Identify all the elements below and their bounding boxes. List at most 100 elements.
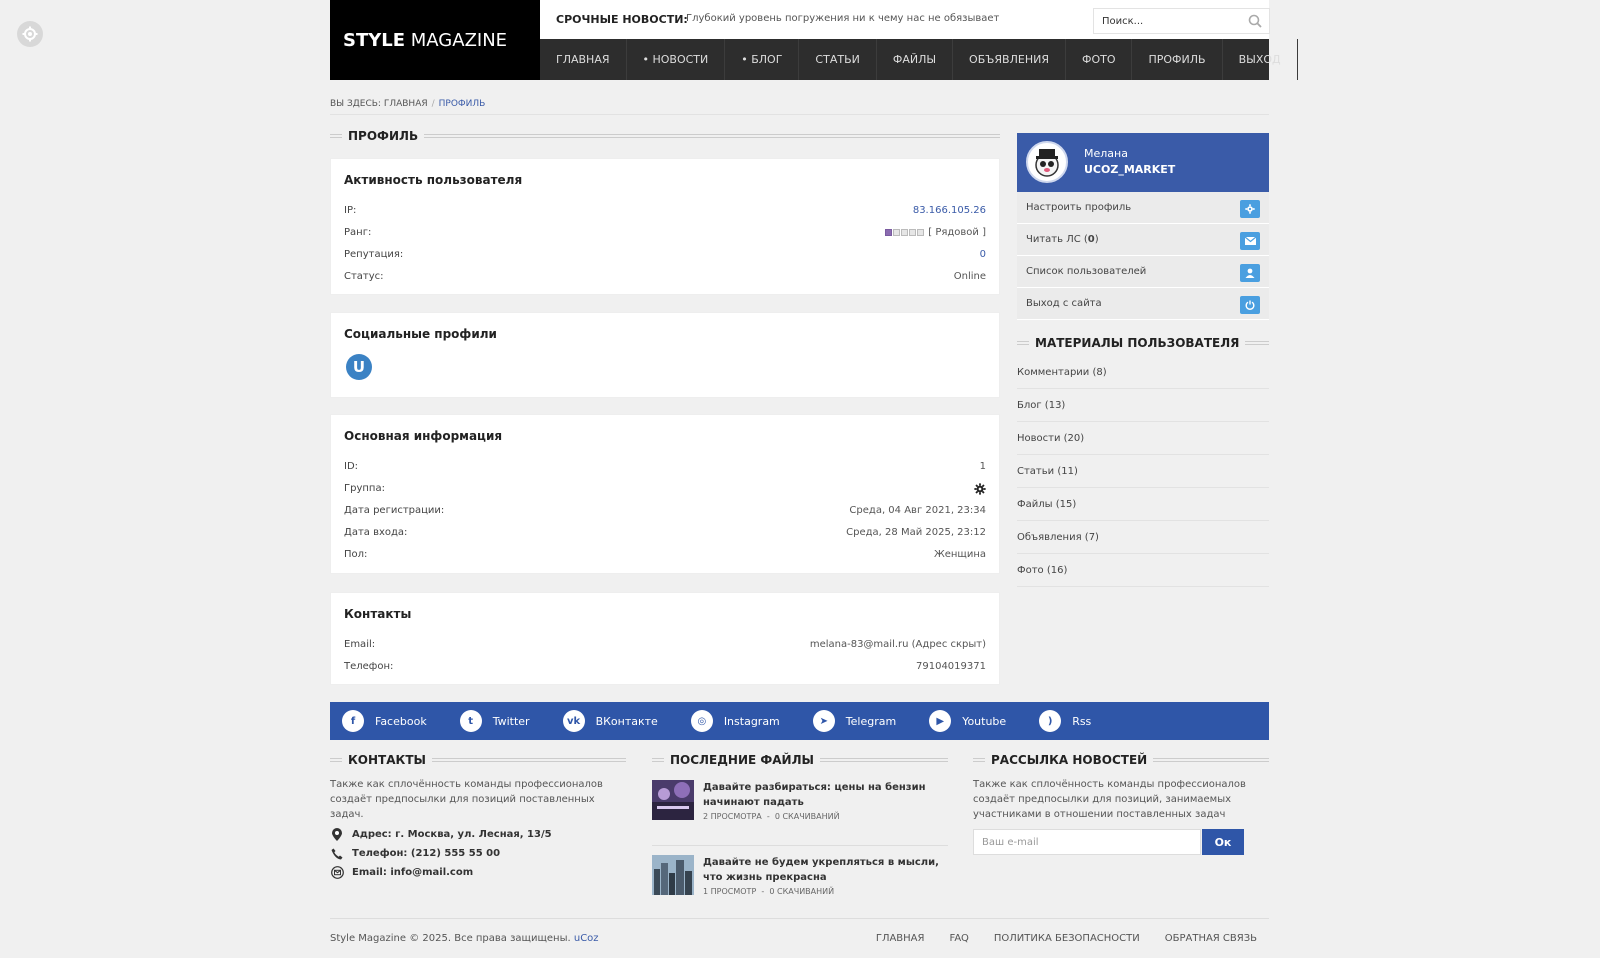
bottom-link-faq[interactable]: FAQ [949,933,968,944]
profile-heading: ПРОФИЛЬ [330,129,1000,143]
ip-value[interactable]: 83.166.105.26 [913,200,986,222]
rank-value: [ Рядовой ] [885,222,986,244]
footer-contacts-text: Также как сплочённость команды профессио… [330,779,603,820]
user-name: Мелана [1084,147,1128,160]
nav-profile[interactable]: ПРОФИЛЬ [1132,39,1223,80]
file-title[interactable]: Давайте разбираться: цены на бензин начи… [703,780,948,810]
ucoz-profile-icon[interactable]: U [346,354,372,380]
facebook-icon: f [342,710,364,732]
file-meta: 1 ПРОСМОТР - 0 СКАЧИВАНИЙ [703,887,835,896]
nav-photo[interactable]: ФОТО [1066,39,1133,80]
top-bar: СРОЧНЫЕ НОВОСТИ: Глубокий уровень погруж… [540,0,1270,39]
bottom-links: ГЛАВНАЯ FAQ ПОЛИТИКА БЕЗОПАСНОСТИ ОБРАТН… [851,933,1257,944]
materials-ads[interactable]: Объявления (7) [1017,521,1269,554]
materials-articles[interactable]: Статьи (11) [1017,455,1269,488]
activity-card: Активность пользователя IP: 83.166.105.26… [330,158,1000,295]
breadcrumb-prefix: ВЫ ЗДЕСЬ: [330,99,381,109]
rank-row: Ранг: [ Рядовой ] [344,222,986,244]
newsletter-submit-button[interactable]: Ок [1202,829,1244,855]
search-icon[interactable] [1248,14,1262,31]
footer-latest-files: ПОСЛЕДНИЕ ФАЙЛЫ Давайте разбираться: цен… [652,753,948,903]
social-twitter[interactable]: t Twitter [459,710,530,732]
social-telegram[interactable]: ➤ Telegram [812,710,896,732]
file-thumbnail[interactable] [652,855,694,895]
footer-newsletter: РАССЫЛКА НОВОСТЕЙ Также как сплочённость… [973,753,1269,873]
materials-photo[interactable]: Фото (16) [1017,554,1269,587]
basic-info-card: Основная информация ID: 1 Группа: Дата ре… [330,414,1000,574]
site-header: STYLE MAGAZINE СРОЧНЫЕ НОВОСТИ: Глубокий… [330,0,1298,80]
gender-row: Пол: Женщина [344,544,986,566]
status-row: Статус: Online [344,266,986,288]
reputation-value[interactable]: 0 [980,244,986,266]
login-date-row: Дата входа: Среда, 28 Май 2025, 23:12 [344,522,986,544]
materials-news[interactable]: Новости (20) [1017,422,1269,455]
search-box [1093,8,1270,34]
footer-files-heading: ПОСЛЕДНИЕ ФАЙЛЫ [652,753,948,767]
phone-icon [330,848,344,860]
breadcrumb: ВЫ ЗДЕСЬ: ГЛАВНАЯ / ПРОФИЛЬ [330,99,1269,115]
user-box: Мелана UCOZ_MARKET [1017,133,1269,192]
nav-blog[interactable]: • БЛОГ [725,39,800,80]
site-logo[interactable]: STYLE MAGAZINE [330,0,540,80]
social-vkontakte[interactable]: vk ВКонтакте [562,710,658,732]
bottom-link-home[interactable]: ГЛАВНАЯ [876,933,925,944]
youtube-icon: ▶ [929,710,952,732]
footer-contacts: КОНТАКТЫ Также как сплочённость команды … [330,753,626,882]
breadcrumb-home[interactable]: ГЛАВНАЯ [384,99,428,109]
menu-edit-profile[interactable]: Настроить профиль [1017,192,1269,224]
menu-user-list[interactable]: Список пользователей [1017,256,1269,288]
rss-icon: ) [1039,710,1062,732]
social-facebook[interactable]: f Facebook [342,710,427,732]
footer-newsletter-heading: РАССЫЛКА НОВОСТЕЙ [973,753,1269,767]
footer-contacts-heading: КОНТАКТЫ [330,753,626,767]
user-icon [1240,264,1260,282]
social-rss[interactable]: ) Rss [1039,710,1091,732]
materials-comments[interactable]: Комментарии (8) [1017,356,1269,389]
nav-files[interactable]: ФАЙЛЫ [877,39,954,80]
file-thumbnail[interactable] [652,780,694,820]
group-row: Группа: [344,478,986,500]
nav-articles[interactable]: СТАТЬИ [799,39,877,80]
search-input[interactable] [1094,9,1234,33]
materials-files[interactable]: Файлы (15) [1017,488,1269,521]
settings-gear-icon[interactable] [17,21,43,47]
instagram-icon: ◎ [690,710,713,732]
settings-icon [1240,200,1260,218]
menu-read-messages[interactable]: Читать ЛС (0) [1017,224,1269,256]
social-youtube[interactable]: ▶ Youtube [929,710,1006,732]
reputation-row: Репутация: 0 [344,244,986,266]
nav-logout[interactable]: ВЫХОД [1223,39,1298,80]
avatar[interactable] [1026,141,1068,183]
social-instagram[interactable]: ◎ Instagram [690,710,780,732]
menu-logout[interactable]: Выход с сайта [1017,288,1269,320]
power-icon [1240,296,1260,314]
reg-date-row: Дата регистрации: Среда, 04 Авг 2021, 23:… [344,500,986,522]
breaking-news-text[interactable]: Глубокий уровень погружения ни к чему на… [686,13,999,24]
footer-phone: Телефон: (212) 555 55 00 [330,844,626,863]
social-bar: f Facebook t Twitter vk ВКонтакте ◎ Instagra… [330,702,1269,740]
breaking-news-label: СРОЧНЫЕ НОВОСТИ: [556,13,688,26]
activity-title: Активность пользователя [344,173,523,187]
reg-date-value: Среда, 04 Авг 2021, 23:34 [849,505,986,516]
materials-blog[interactable]: Блог (13) [1017,389,1269,422]
file-title[interactable]: Давайте не будем укрепляться в мысли, чт… [703,855,948,885]
nav-news[interactable]: • НОВОСТИ [627,39,726,80]
newsletter-email-input[interactable] [973,829,1201,855]
telegram-icon: ➤ [812,710,835,732]
bottom-bar: Style Magazine © 2025. Все права защищен… [330,918,1269,944]
bottom-link-feedback[interactable]: ОБРАТНАЯ СВЯЗЬ [1165,933,1257,944]
social-card: Социальные профили U [330,312,1000,398]
materials-heading: МАТЕРИАЛЫ ПОЛЬЗОВАТЕЛЯ [1017,336,1269,350]
nav-home[interactable]: ГЛАВНАЯ [540,39,627,80]
status-value: Online [953,271,986,282]
file-item[interactable]: Давайте не будем укрепляться в мысли, чт… [652,855,948,896]
nav-ads[interactable]: ОБЪЯВЛЕНИЯ [953,39,1066,80]
file-item[interactable]: Давайте разбираться: цены на бензин начи… [652,780,948,821]
bottom-link-privacy[interactable]: ПОЛИТИКА БЕЗОПАСНОСТИ [994,933,1140,944]
gender-value: Женщина [933,549,986,560]
sidebar: Мелана UCOZ_MARKET Настроить профиль Чит… [1017,133,1269,587]
ucoz-link[interactable]: uCoz [574,933,599,944]
ip-row: IP: 83.166.105.26 [344,200,986,222]
breadcrumb-separator: / [431,99,435,109]
basic-info-title: Основная информация [344,429,503,443]
